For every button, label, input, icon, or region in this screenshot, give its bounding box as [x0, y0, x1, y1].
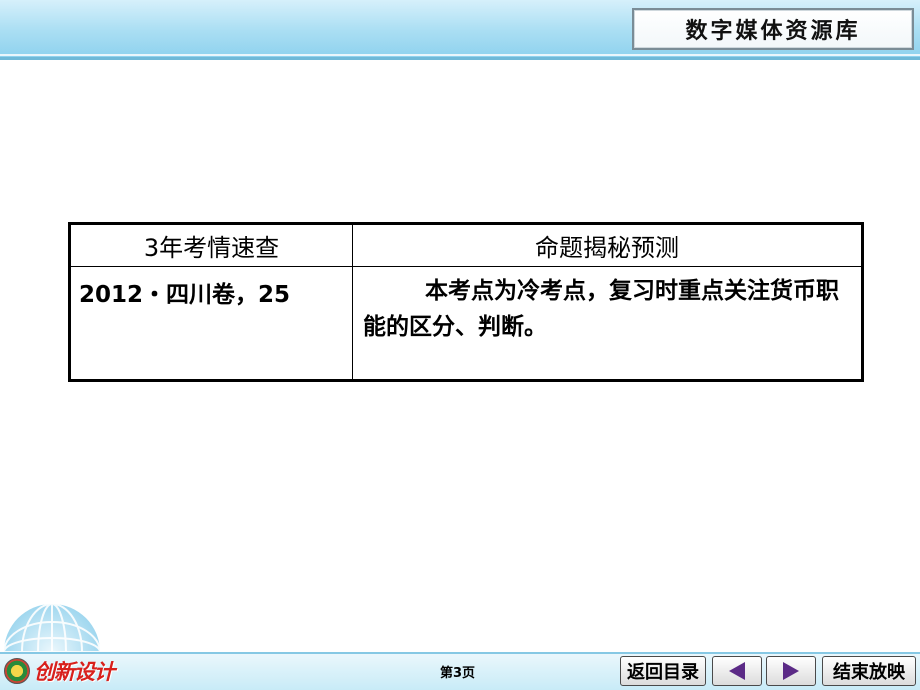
- end-slideshow-button[interactable]: 结束放映: [822, 656, 916, 686]
- header-band: 数字媒体资源库: [0, 0, 920, 60]
- exam-info-table: 3年考情速查 命题揭秘预测 2012・四川卷，25 本考点为冷考点，复习时重点关…: [68, 222, 864, 382]
- column-header-exam-review: 3年考情速查: [70, 224, 353, 267]
- brand-logo-text: 创新设计: [34, 659, 115, 684]
- resource-library-title: 数字媒体资源库: [632, 8, 914, 50]
- brand-logo: 创新设计: [4, 656, 115, 686]
- next-page-button[interactable]: [766, 656, 816, 686]
- cell-exam-year: 2012・四川卷，25: [70, 266, 353, 380]
- column-header-prediction: 命题揭秘预测: [352, 224, 862, 267]
- back-to-contents-button[interactable]: 返回目录: [620, 656, 706, 686]
- table-row: 2012・四川卷，25 本考点为冷考点，复习时重点关注货币职能的区分、判断。: [70, 266, 862, 380]
- table-header-row: 3年考情速查 命题揭秘预测: [70, 224, 862, 267]
- header-divider: [0, 54, 920, 56]
- emblem-icon: [4, 658, 30, 684]
- page-number: 第3页: [440, 666, 476, 681]
- right-triangle-icon: [783, 662, 799, 680]
- cell-prediction: 本考点为冷考点，复习时重点关注货币职能的区分、判断。: [352, 266, 862, 380]
- left-triangle-icon: [729, 662, 745, 680]
- previous-page-button[interactable]: [712, 656, 762, 686]
- back-to-contents-label: 返回目录: [627, 662, 699, 683]
- end-slideshow-label: 结束放映: [833, 662, 905, 683]
